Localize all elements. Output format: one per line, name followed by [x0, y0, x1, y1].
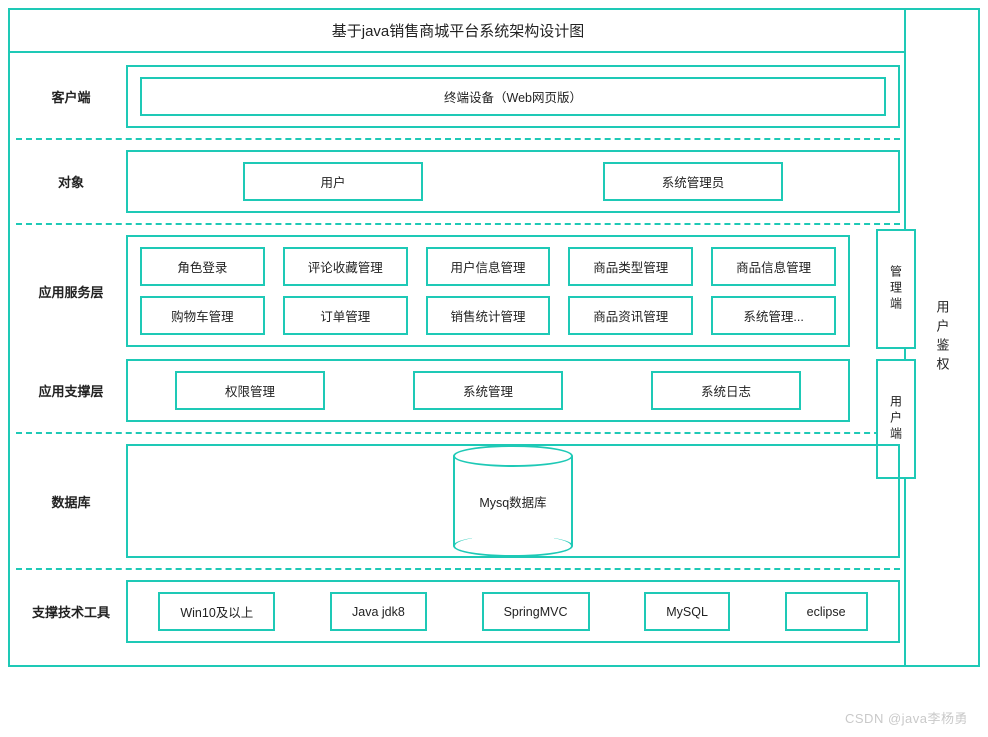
layer-client: 客户端 终端设备（Web网页版）: [16, 59, 900, 134]
service-order: 订单管理: [283, 296, 408, 335]
layer-database: 数据库 Mysq数据库: [16, 438, 900, 564]
layer-label-client: 客户端: [16, 65, 126, 128]
database-name: Mysq数据库: [479, 492, 546, 511]
layer-label-object: 对象: [16, 150, 126, 213]
layer-body-support: 权限管理 系统管理 系统日志: [126, 359, 850, 422]
object-user-box: 用户: [243, 162, 423, 201]
layer-body-client: 终端设备（Web网页版）: [126, 65, 900, 128]
layer-service: 应用服务层 角色登录 评论收藏管理 用户信息管理 商品类型管理 商品信息管理 购…: [16, 229, 850, 353]
client-terminal-box: 终端设备（Web网页版）: [140, 77, 886, 116]
layer-body-service: 角色登录 评论收藏管理 用户信息管理 商品类型管理 商品信息管理 购物车管理 订…: [126, 235, 850, 347]
support-system: 系统管理: [413, 371, 563, 410]
diagram-title: 基于java销售商城平台系统架构设计图: [10, 10, 906, 53]
layer-support: 应用支撑层 权限管理 系统管理 系统日志: [16, 353, 850, 428]
tech-springmvc: SpringMVC: [482, 592, 590, 631]
service-sales-stats: 销售统计管理: [426, 296, 551, 335]
service-role-login: 角色登录: [140, 247, 265, 286]
separator: [16, 138, 900, 140]
database-cylinder-icon: Mysq数据库: [453, 456, 573, 546]
layer-label-database: 数据库: [16, 444, 126, 558]
service-product-news: 商品资讯管理: [568, 296, 693, 335]
layer-body-object: 用户 系统管理员: [126, 150, 900, 213]
layer-label-tech: 支撑技术工具: [16, 580, 126, 643]
tech-eclipse: eclipse: [785, 592, 868, 631]
object-admin-box: 系统管理员: [603, 162, 783, 201]
tech-mysql: MySQL: [644, 592, 730, 631]
architecture-diagram: 用户鉴权 基于java销售商城平台系统架构设计图 客户端 终端设备（Web网页版…: [8, 8, 980, 667]
watermark-text: CSDN @java李杨勇: [845, 708, 968, 727]
layer-tech: 支撑技术工具 Win10及以上 Java jdk8 SpringMVC MySQ…: [16, 574, 900, 649]
layer-body-tech: Win10及以上 Java jdk8 SpringMVC MySQL eclip…: [126, 580, 900, 643]
service-system-mgmt: 系统管理...: [711, 296, 836, 335]
separator: [16, 568, 900, 570]
service-user-info: 用户信息管理: [426, 247, 551, 286]
tech-jdk8: Java jdk8: [330, 592, 427, 631]
service-cart: 购物车管理: [140, 296, 265, 335]
separator: [16, 432, 900, 434]
layer-body-database: Mysq数据库: [126, 444, 900, 558]
tech-win10: Win10及以上: [158, 592, 275, 631]
support-permission: 权限管理: [175, 371, 325, 410]
layers-container: 客户端 终端设备（Web网页版） 对象 用户 系统管理员 应用服务层: [10, 53, 906, 655]
support-syslog: 系统日志: [651, 371, 801, 410]
layer-object: 对象 用户 系统管理员: [16, 144, 900, 219]
service-product-type: 商品类型管理: [568, 247, 693, 286]
separator: [16, 223, 900, 225]
layer-label-service: 应用服务层: [16, 235, 126, 347]
layer-label-support: 应用支撑层: [16, 359, 126, 422]
side-badge-admin: 管理端: [876, 229, 916, 349]
service-comment-fav: 评论收藏管理: [283, 247, 408, 286]
service-product-info: 商品信息管理: [711, 247, 836, 286]
